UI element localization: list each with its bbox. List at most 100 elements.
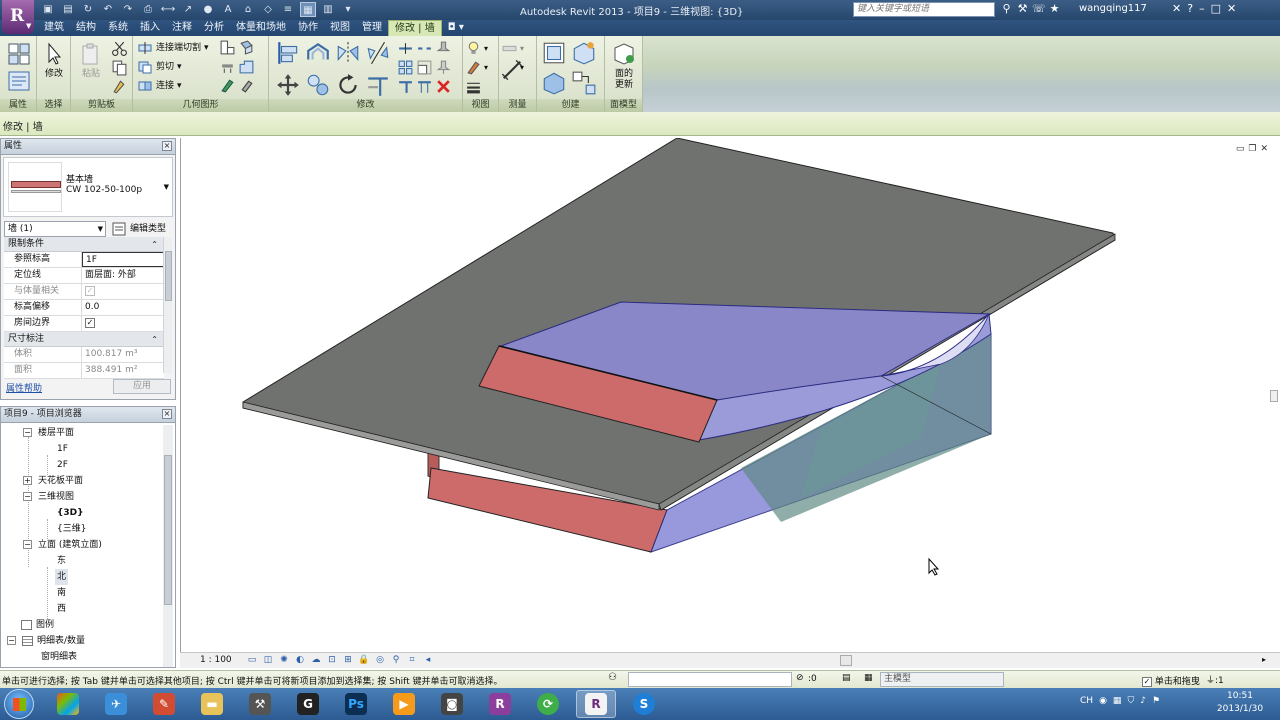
override-graphics-icon[interactable]: [465, 59, 482, 76]
base-constraint-field[interactable]: 1F: [82, 252, 164, 267]
flag-icon[interactable]: ⚑: [1152, 696, 1160, 706]
location-line-field[interactable]: 面层面: 外部: [82, 268, 164, 283]
volume-icon[interactable]: ♪: [1140, 696, 1146, 706]
drag-option[interactable]: ✓ 单击和拖曳: [1142, 674, 1200, 687]
cut-geometry-button[interactable]: 剪切 ▾: [137, 58, 182, 76]
split-icon[interactable]: [397, 40, 414, 57]
taskbar-app[interactable]: ▶: [384, 690, 424, 718]
trim-single-icon[interactable]: [397, 78, 414, 95]
pin-icon[interactable]: [435, 59, 452, 76]
taskbar-app[interactable]: G: [288, 690, 328, 718]
group-dimensions[interactable]: 尺寸标注 ⌃: [4, 332, 164, 347]
taskbar-app-active[interactable]: R: [576, 690, 616, 718]
dropdown-icon[interactable]: ▾: [520, 59, 537, 76]
expand-toggle-icon[interactable]: +: [23, 476, 32, 485]
sync-icon[interactable]: ↻: [80, 2, 96, 17]
subscription-icon[interactable]: ⚒: [1016, 2, 1029, 15]
tree-node-east[interactable]: 东: [57, 553, 66, 569]
search-input[interactable]: 键入关键字或短语: [853, 2, 995, 17]
start-button[interactable]: [4, 689, 34, 719]
room-bounding-checkbox[interactable]: ✓: [85, 318, 95, 328]
remove-paint-icon[interactable]: [238, 77, 255, 94]
tree-node-floor-plans[interactable]: − 楼层平面: [23, 425, 74, 441]
tab-massing-site[interactable]: 体量和场地: [230, 20, 292, 36]
vertical-scroll-thumb[interactable]: [1270, 390, 1278, 402]
detail-level-icon[interactable]: ▭: [246, 655, 258, 666]
tab-structure[interactable]: 结构: [70, 20, 102, 36]
taskbar-app[interactable]: ◙: [432, 690, 472, 718]
close-icon[interactable]: ✕: [1227, 2, 1236, 15]
tree-node-3d-default[interactable]: {3D}: [57, 505, 84, 521]
switch-windows-icon[interactable]: ▥: [320, 2, 336, 17]
create-parts-icon[interactable]: [571, 40, 597, 66]
editing-requests-icon[interactable]: ⊘: [796, 673, 804, 683]
communication-icon[interactable]: ☏: [1032, 2, 1046, 15]
demolish-icon[interactable]: [219, 58, 236, 75]
measure-between-icon[interactable]: [501, 40, 518, 57]
taskbar-app[interactable]: ⚒: [240, 690, 280, 718]
tree-node-3d-chinese[interactable]: {三维}: [57, 521, 86, 537]
3d-view-canvas[interactable]: ▭ ❐ ✕: [180, 138, 1280, 652]
section-icon[interactable]: ◇: [260, 2, 276, 17]
drag-checkbox[interactable]: ✓: [1142, 677, 1152, 687]
properties-scrollbar[interactable]: [163, 237, 172, 373]
render-icon[interactable]: ☁: [310, 655, 322, 666]
save-icon[interactable]: ▤: [60, 2, 76, 17]
minimize-icon[interactable]: –: [1199, 2, 1205, 15]
hide-bulb-icon[interactable]: [465, 40, 482, 57]
visual-style-icon[interactable]: ◫: [262, 655, 274, 666]
edit-type-button[interactable]: 编辑类型: [111, 221, 166, 237]
cut-scissors-icon[interactable]: [111, 40, 128, 57]
design-option-select[interactable]: 主模型: [880, 672, 1004, 687]
tray-icon[interactable]: ◉: [1099, 696, 1107, 706]
tag-icon[interactable]: ●: [200, 2, 216, 17]
tree-node-west[interactable]: 西: [57, 601, 66, 617]
shadows-icon[interactable]: ◐: [294, 655, 306, 666]
browser-scrollbar[interactable]: [163, 425, 173, 667]
tab-extra-dropdown[interactable]: ◘ ▾: [442, 20, 470, 36]
tab-collaborate[interactable]: 协作: [292, 20, 324, 36]
paint-icon[interactable]: [219, 77, 236, 94]
tab-modify-wall[interactable]: 修改 | 墙: [388, 20, 442, 36]
taskbar-app[interactable]: [48, 690, 88, 718]
open-icon[interactable]: ▣: [40, 2, 56, 17]
wall-profile-icon[interactable]: [238, 58, 255, 75]
scale-icon[interactable]: [416, 59, 433, 76]
filter-indicator[interactable]: ⏚:1: [1206, 673, 1224, 686]
array-icon[interactable]: [397, 59, 414, 76]
show-crop-icon[interactable]: ⊞: [342, 655, 354, 666]
taskbar-app[interactable]: ✈: [96, 690, 136, 718]
rotate-icon[interactable]: [335, 72, 361, 98]
clock[interactable]: 10:51 2013/1/30: [1210, 690, 1270, 716]
temporary-hide-icon[interactable]: ◎: [374, 655, 386, 666]
tree-node-ceiling-plans[interactable]: + 天花板平面: [23, 473, 83, 489]
split-face-icon[interactable]: [238, 39, 255, 56]
tree-node-north[interactable]: 北: [55, 569, 69, 585]
base-offset-field[interactable]: 0.0: [82, 300, 164, 315]
property-row[interactable]: 定位线 面层面: 外部: [4, 268, 164, 284]
update-to-face-button[interactable]: 面的 更新: [608, 40, 640, 96]
properties-button[interactable]: [3, 40, 35, 96]
copy-element-icon[interactable]: [305, 72, 331, 98]
tree-node-3d-views[interactable]: − 三维视图: [23, 489, 74, 505]
tree-node-south[interactable]: 南: [57, 585, 66, 601]
match-properties-icon[interactable]: [111, 78, 128, 95]
mirror-axis-icon[interactable]: [335, 40, 361, 66]
undo-icon[interactable]: ↶: [100, 2, 116, 17]
move-icon[interactable]: [275, 72, 301, 98]
reveal-hidden-icon[interactable]: ⚲: [390, 655, 402, 666]
taskbar-app[interactable]: Ps: [336, 690, 376, 718]
analytical-model-icon[interactable]: ⌗: [406, 655, 418, 666]
trim-extend-icon[interactable]: [365, 72, 391, 98]
tab-manage[interactable]: 管理: [356, 20, 388, 36]
scroll-left-icon[interactable]: ◂: [422, 655, 434, 666]
default-3d-icon[interactable]: ⌂: [240, 2, 256, 17]
linework-icon[interactable]: [465, 78, 482, 95]
tree-node-legends[interactable]: 图例: [21, 617, 54, 633]
taskbar-app[interactable]: ✎: [144, 690, 184, 718]
offset-icon[interactable]: [305, 40, 331, 66]
type-selector[interactable]: 基本墙 CW 102-50-100p ▼: [3, 157, 173, 217]
taskbar-app[interactable]: ⟳: [528, 690, 568, 718]
apply-button[interactable]: 应用: [113, 379, 171, 394]
delete-icon[interactable]: [435, 78, 452, 95]
